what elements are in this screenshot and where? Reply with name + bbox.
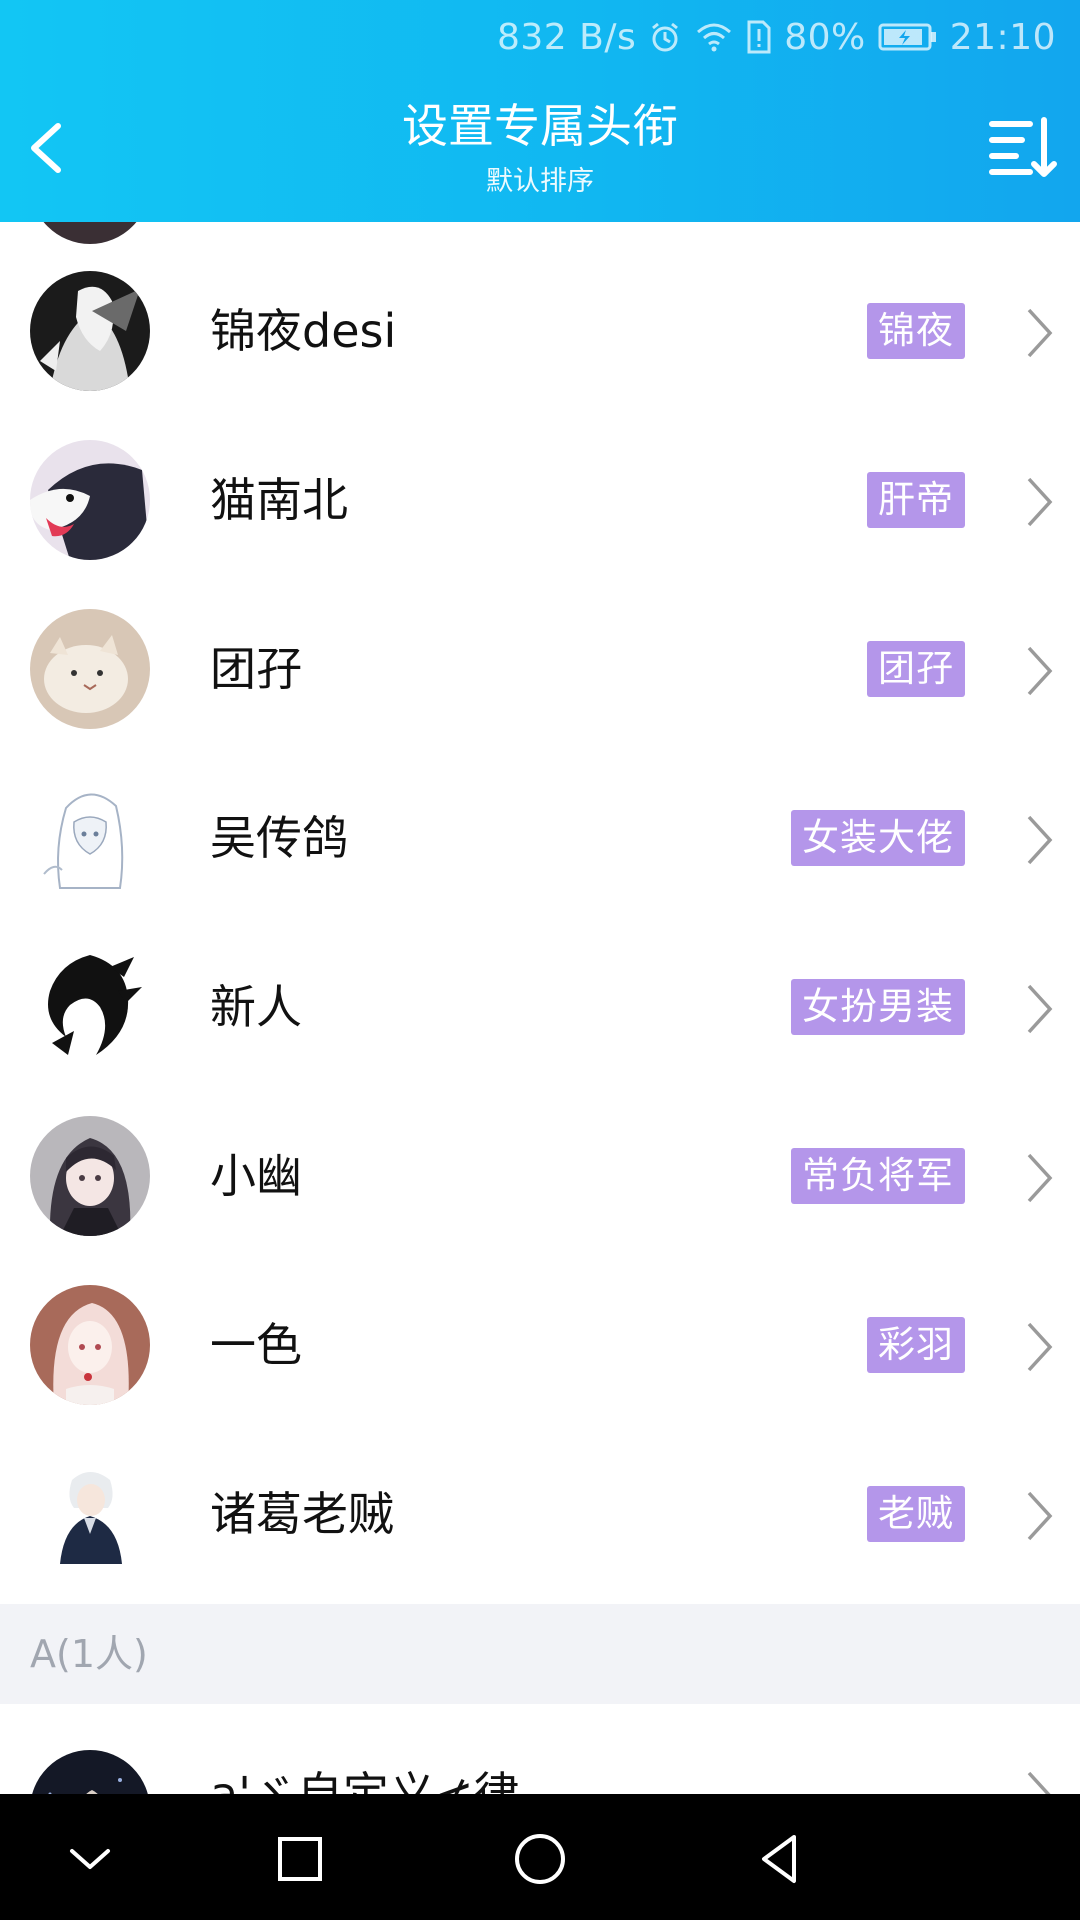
list-item[interactable]: 一色 彩羽 [0, 1261, 1080, 1430]
member-name: 新人 [210, 980, 302, 1034]
avatar [30, 271, 150, 391]
chevron-right-icon [1027, 646, 1053, 696]
triangle-back-icon[interactable] [748, 1827, 812, 1891]
title-badge: 老贼 [867, 1486, 965, 1542]
section-header: A(1人) [0, 1604, 1080, 1704]
chevron-right-icon [1027, 1491, 1053, 1541]
title-badge: 团孖 [867, 641, 965, 697]
avatar [30, 1454, 150, 1574]
chevron-right-icon [1027, 1771, 1051, 1794]
clock: 21:10 [949, 16, 1056, 58]
sort-list-icon[interactable] [986, 112, 1058, 184]
sort-mode-subtitle[interactable]: 默认排序 [0, 166, 1080, 198]
avatar [30, 1750, 150, 1794]
member-name: 一色 [210, 1318, 302, 1372]
title-badge: 彩羽 [867, 1317, 965, 1373]
list-item[interactable]: 吴传鸽 女装大佬 [0, 754, 1080, 923]
alarm-icon [652, 22, 679, 52]
member-name: 吴传鸽 [210, 811, 348, 865]
member-name: 小幽 [210, 1149, 302, 1203]
status-bar: 832 B/s 80% 21:10 [497, 14, 1056, 60]
avatar [30, 778, 150, 898]
circle-icon[interactable] [508, 1827, 572, 1891]
chevron-right-icon [1027, 984, 1053, 1034]
network-speed: 832 B/s [496, 16, 637, 58]
member-name: a'ゞ自定义≮律 [210, 1767, 520, 1794]
page-title: 设置专属头衔 [402, 99, 678, 153]
avatar [30, 947, 150, 1067]
avatar [30, 1116, 150, 1236]
chevron-right-icon [1027, 1322, 1053, 1372]
member-name: 锦夜desi [210, 304, 397, 358]
list-item[interactable]: 锦夜desi 锦夜 [0, 247, 1080, 416]
title-badge: 肝帝 [867, 472, 965, 528]
wifi-icon [697, 23, 732, 52]
sim-alert-icon [747, 20, 771, 54]
battery-percent: 80% [784, 16, 866, 58]
title-badge: 女装大佬 [791, 810, 965, 866]
title-badge: 常负将军 [791, 1148, 965, 1204]
chevron-right-icon [1027, 308, 1053, 358]
list-item[interactable]: 小幽 常负将军 [0, 1092, 1080, 1261]
avatar [30, 609, 150, 729]
title-badge: 女扮男装 [791, 979, 965, 1035]
square-icon[interactable] [268, 1827, 332, 1891]
list-item[interactable]: a'ゞ自定义≮律 [0, 1726, 1080, 1794]
title-badge: 锦夜 [867, 303, 965, 359]
list-item[interactable]: 新人 女扮男装 [0, 923, 1080, 1092]
system-nav-bar [0, 1794, 1080, 1920]
chevron-right-icon [1027, 815, 1053, 865]
avatar [30, 1285, 150, 1405]
member-name: 团孖 [210, 642, 302, 696]
list-item[interactable]: 团孖 团孖 [0, 585, 1080, 754]
member-list[interactable]: 锦夜desi 锦夜 猫南北 肝帝 团孖 团孖 吴传鸽 女装大佬 新人 女扮男装 … [0, 222, 1080, 1794]
chevron-down-icon[interactable] [58, 1827, 122, 1891]
chevron-right-icon [1027, 477, 1053, 527]
list-item[interactable]: 猫南北 肝帝 [0, 416, 1080, 585]
member-name: 诸葛老贼 [210, 1487, 394, 1541]
avatar [30, 440, 150, 560]
member-name: 猫南北 [210, 473, 348, 527]
app-header: 832 B/s 80% 21:10 设置专属头衔 默认排序 [0, 0, 1080, 222]
avatar [30, 222, 150, 244]
chevron-right-icon [1027, 1153, 1053, 1203]
battery-charging-icon [878, 23, 936, 51]
list-item[interactable]: 诸葛老贼 老贼 [0, 1430, 1080, 1599]
